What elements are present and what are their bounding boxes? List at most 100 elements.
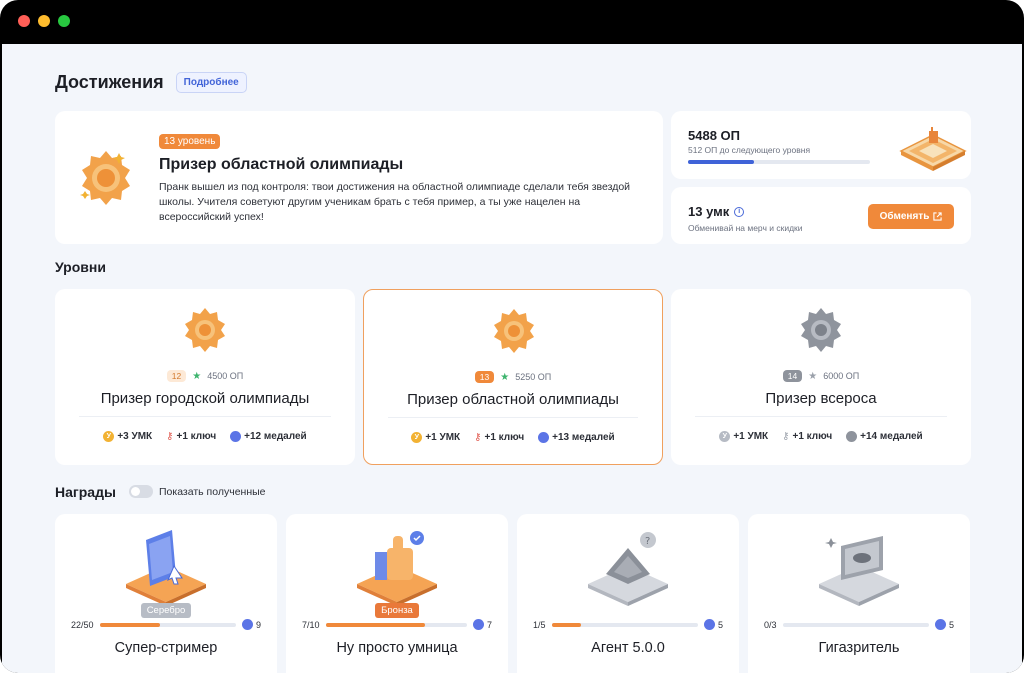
page-title: Достижения: [55, 72, 164, 92]
level-title: Призер всероса: [765, 390, 877, 407]
level-card[interactable]: 12 ★ 4500 ОП Призер городской олимпиады …: [55, 289, 355, 465]
locked-medal-icon: [801, 308, 841, 352]
medal-reward-icon: [846, 431, 858, 442]
award-reward-count: 5: [717, 619, 723, 630]
level-rewards: У +3 УМК ⚷ +1 ключ +12 медалей: [55, 431, 355, 442]
umk-reward-text: +1 УМК: [733, 431, 769, 442]
medal-icon: [494, 309, 534, 353]
award-progress-text: 1/5: [533, 619, 546, 630]
level-rewards: У +1 УМК ⚷ +1 ключ +13 медалей: [364, 432, 662, 443]
award-progress-fill: [99, 622, 160, 627]
award-level-badge: Бронза: [286, 600, 508, 618]
umk-reward: У +3 УМК: [103, 431, 152, 442]
divider: [388, 417, 638, 418]
umk-reward: У +1 УМК: [411, 432, 460, 443]
exchange-button[interactable]: Обменять: [868, 204, 954, 229]
umk-coin-icon: У: [719, 431, 731, 442]
umk-subtitle: Обменивай на мерч и скидки: [688, 223, 803, 233]
points-progress-fill: [688, 160, 754, 164]
award-card[interactable]: 0/3 5 Гигазритель: [748, 514, 970, 673]
bronze-badge: Бронза: [375, 603, 419, 618]
umk-coin-icon: У: [103, 431, 115, 442]
minimize-window-button[interactable]: [38, 15, 50, 27]
award-progress-row: 7/10 7: [302, 619, 492, 630]
award-progress-row: 0/3 5: [764, 619, 954, 630]
award-progress-fill: [325, 622, 425, 627]
award-card[interactable]: ? 1/5 5 Агент 5.0.0: [517, 514, 739, 673]
medal-reward-icon: [241, 619, 253, 630]
medal-reward: +13 медалей: [538, 432, 615, 443]
award-progress-row: 22/50 9: [71, 619, 261, 630]
key-reward-text: +1 ключ: [176, 431, 217, 442]
show-received-toggle-row: Показать полученные: [129, 485, 266, 498]
maximize-window-button[interactable]: [58, 15, 70, 27]
toggle-label: Показать полученные: [159, 485, 266, 498]
medal-reward-icon: [703, 619, 715, 630]
info-icon[interactable]: i: [734, 206, 745, 217]
medal-reward-icon: [538, 432, 550, 443]
key-reward: ⚷ +1 ключ: [166, 431, 216, 442]
award-reward-count: 5: [948, 619, 954, 630]
umk-value: 13 умк: [688, 204, 730, 219]
medal-reward-text: +13 медалей: [552, 432, 615, 443]
award-reward: 9: [241, 619, 261, 630]
more-button[interactable]: Подробнее: [175, 72, 247, 93]
medal-reward-text: +12 медалей: [244, 431, 307, 442]
agent-hat-illustration: ?: [588, 532, 668, 606]
key-icon: ⚷: [474, 432, 482, 443]
award-reward-count: 9: [255, 619, 261, 630]
award-progress-fill: [551, 622, 581, 627]
award-card[interactable]: Серебро 22/50 9 Супер-стример: [55, 514, 277, 673]
exchange-button-label: Обменять: [879, 211, 930, 222]
current-achievement-card: 13 уровень Призер областной олимпиады Пр…: [55, 111, 663, 244]
award-reward-count: 7: [486, 619, 492, 630]
monitor-eye-illustration: [819, 536, 899, 606]
level-points: 5250 ОП: [515, 372, 552, 382]
level-meta: 13 ★ 5250 ОП: [364, 371, 662, 383]
level-title: Призер городской олимпиады: [100, 390, 310, 407]
achievement-title: Призер областной олимпиады: [159, 156, 404, 173]
award-card[interactable]: Бронза 7/10 7 Ну просто умница: [286, 514, 508, 673]
star-icon: ★: [192, 370, 202, 382]
award-title: Ну просто умница: [336, 640, 458, 656]
medal-icon: [185, 308, 225, 352]
award-progress-row: 1/5 5: [533, 619, 723, 630]
key-reward: ⚷ +1 ключ: [474, 432, 524, 443]
umk-coin-icon: У: [411, 432, 423, 443]
level-title: Призер областной олимпиады: [407, 391, 619, 408]
window-frame: Достижения Подробнее 13 уровень Призер о…: [0, 0, 1024, 673]
levels-section-title: Уровни: [55, 259, 106, 275]
medal-reward-icon: [230, 431, 242, 442]
award-progress-bar: [99, 622, 236, 627]
award-progress-bar: [782, 622, 929, 627]
divider: [79, 416, 331, 417]
level-number: 14: [782, 370, 803, 382]
awards-section-title: Награды: [55, 484, 116, 500]
thumbs-up-illustration: [357, 531, 437, 606]
silver-badge: Серебро: [140, 603, 192, 618]
close-window-button[interactable]: [18, 15, 30, 27]
level-rewards: У +1 УМК ⚷ +1 ключ +14 медалей: [671, 431, 971, 442]
points-value: 5488 ОП: [688, 128, 740, 143]
tablet-illustration: [126, 530, 206, 606]
level-card-locked[interactable]: 14 ★ 6000 ОП Призер всероса У +1 УМК ⚷ +1 …: [671, 289, 971, 465]
level-badge: 13 уровень: [159, 134, 221, 149]
award-reward: 5: [934, 619, 954, 630]
level-card-current[interactable]: 13 ★ 5250 ОП Призер областной олимпиады …: [363, 289, 663, 465]
points-card: 5488 ОП 512 ОП до следующего уровня: [671, 111, 971, 179]
award-progress-text: 22/50: [71, 619, 94, 630]
award-title: Гигазритель: [818, 640, 900, 656]
key-icon: ⚷: [166, 431, 174, 442]
level-points: 6000 ОП: [823, 371, 860, 381]
medal-reward-icon: [934, 619, 946, 630]
medal-reward-icon: [472, 619, 484, 630]
umk-value-row: 13 умк i: [688, 204, 745, 219]
svg-text:?: ?: [645, 536, 650, 547]
star-icon: ★: [808, 370, 818, 382]
award-progress-text: 7/10: [302, 619, 320, 630]
level-meta: 14 ★ 6000 ОП: [671, 370, 971, 382]
award-reward: 7: [472, 619, 492, 630]
award-progress-bar: [325, 622, 467, 627]
show-received-toggle[interactable]: [129, 485, 153, 498]
award-level-badge: Серебро: [55, 600, 277, 618]
